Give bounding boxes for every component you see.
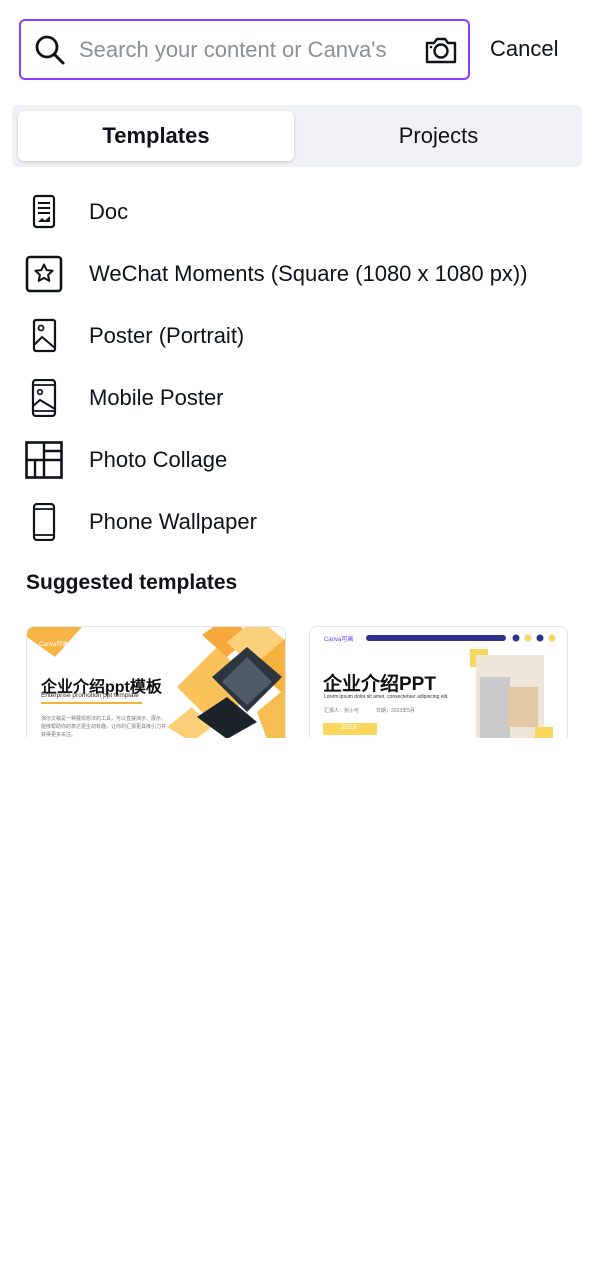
tab-bar: Templates Projects bbox=[12, 105, 582, 167]
list-item-label: Photo Collage bbox=[89, 447, 228, 472]
list-item-mobile-poster[interactable]: Mobile Poster bbox=[0, 367, 594, 429]
mobile-poster-icon bbox=[31, 379, 57, 417]
list-item-poster-portrait[interactable]: Poster (Portrait) bbox=[0, 305, 594, 367]
phone-icon bbox=[32, 503, 56, 541]
template-date: 日期：2023年5月 bbox=[376, 708, 415, 714]
template-card[interactable]: Canva可画 企业介绍PPT Lorem ipsum dolor sit am… bbox=[309, 626, 568, 738]
template-brand: Canva可画 bbox=[39, 642, 69, 648]
list-item-label: Phone Wallpaper bbox=[89, 509, 257, 534]
search-input[interactable] bbox=[79, 31, 414, 69]
design-type-list: Doc WeChat Moments (Square (1080 x 1080 … bbox=[0, 181, 594, 553]
template-title: 企业介绍PPT bbox=[323, 674, 436, 695]
search-box[interactable] bbox=[19, 19, 470, 80]
tab-projects[interactable]: Projects bbox=[301, 111, 576, 161]
list-item-photo-collage[interactable]: Photo Collage bbox=[0, 429, 594, 491]
cancel-button[interactable]: Cancel bbox=[490, 30, 558, 68]
collage-icon bbox=[25, 441, 63, 479]
list-item-label: Poster (Portrait) bbox=[89, 323, 245, 348]
star-square-icon bbox=[25, 255, 63, 293]
search-icon bbox=[35, 35, 65, 65]
template-year: 2023 bbox=[341, 724, 357, 731]
doc-icon bbox=[32, 194, 56, 229]
template-body: 演示文稿是一种展现想法的工具，可以直接演示、展示，能够帮助你的表达更生动有趣。让… bbox=[41, 716, 167, 738]
list-item-label: Mobile Poster bbox=[89, 385, 224, 410]
template-reporter: 汇报人：张小可 bbox=[324, 708, 360, 714]
suggested-templates-heading: Suggested templates bbox=[26, 571, 238, 594]
template-brand: Canva可画 bbox=[324, 637, 354, 643]
template-subtitle: Lorem ipsum dolor sit amet, consectetuer… bbox=[324, 694, 449, 700]
list-item-phone-wallpaper[interactable]: Phone Wallpaper bbox=[0, 491, 594, 553]
poster-icon bbox=[32, 318, 57, 353]
list-item-label: Doc bbox=[89, 199, 129, 224]
list-item-label: WeChat Moments (Square (1080 x 1080 px)) bbox=[89, 261, 528, 286]
camera-icon[interactable] bbox=[424, 35, 458, 65]
top-bar: Cancel bbox=[0, 0, 594, 100]
template-subtitle: Enterprise promotion ppt template bbox=[41, 692, 139, 699]
list-item-wechat-moments[interactable]: WeChat Moments (Square (1080 x 1080 px)) bbox=[0, 243, 594, 305]
tab-templates[interactable]: Templates bbox=[18, 111, 294, 161]
list-item-doc[interactable]: Doc bbox=[0, 181, 594, 243]
template-card[interactable]: Canva可画 企业介绍ppt模板 Enterprise promotion p… bbox=[26, 626, 286, 738]
